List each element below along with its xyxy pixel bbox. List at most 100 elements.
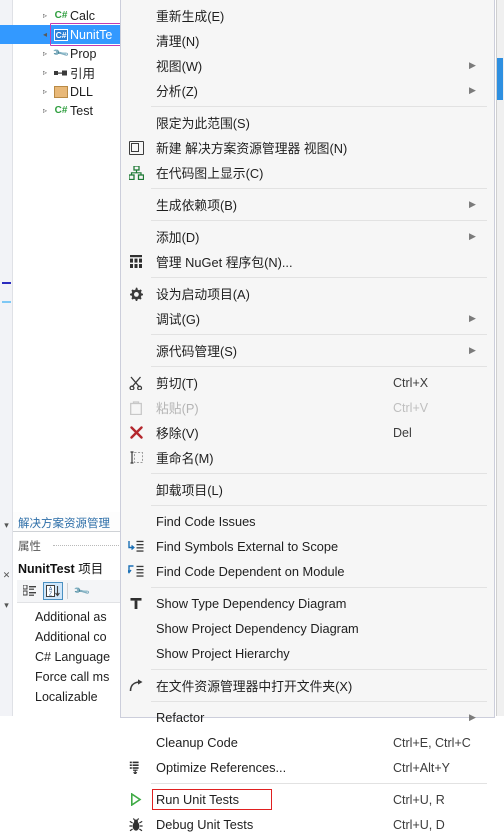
- dock-marker: [2, 282, 11, 284]
- scissors-icon: [125, 372, 147, 394]
- menu-item-label: 限定为此范围(S): [156, 116, 250, 131]
- menu-item-在文件资源管理器中打开文件夹[interactable]: 在文件资源管理器中打开文件夹(X): [121, 673, 494, 698]
- menu-item-label: 清理(N): [156, 34, 200, 49]
- submenu-arrow-icon: ▶: [469, 712, 476, 722]
- menu-item-label: 重新生成(E): [156, 9, 225, 24]
- menu-item-label: 在文件资源管理器中打开文件夹(X): [156, 679, 353, 694]
- menu-item-移除[interactable]: 移除(V) Del: [121, 420, 494, 445]
- menu-item-管理-nuget-程序包[interactable]: 管理 NuGet 程序包(N)...: [121, 249, 494, 274]
- x-delete-icon: [125, 422, 147, 444]
- tree-item-label: DLL: [70, 84, 93, 99]
- menu-item-剪切[interactable]: 剪切(T) Ctrl+X: [121, 370, 494, 395]
- rename-icon: [125, 447, 147, 469]
- menu-item-optimize-references[interactable]: Optimize References... Ctrl+Alt+Y: [121, 755, 494, 780]
- chevron-down-icon[interactable]: ▾: [1, 520, 12, 531]
- menu-item-清理[interactable]: 清理(N): [121, 28, 494, 53]
- properties-pane-title: 属性: [18, 541, 41, 553]
- menu-separator: [151, 783, 487, 784]
- properties-object-name: NunitTest 项目: [18, 558, 103, 577]
- property-pages-icon[interactable]: 🔧: [72, 582, 92, 601]
- menu-item-添加[interactable]: 添加(D) ▶: [121, 224, 494, 249]
- categorized-icon[interactable]: [19, 582, 39, 600]
- scrollbar-thumb[interactable]: [497, 58, 503, 100]
- submenu-arrow-icon: ▶: [469, 313, 476, 323]
- submenu-arrow-icon: ▶: [469, 345, 476, 355]
- menu-item-label: Find Symbols External to Scope: [156, 539, 339, 554]
- submenu-arrow-icon: ▶: [469, 85, 476, 95]
- menu-separator: [151, 587, 487, 588]
- menu-item-find-code-dependent-on-module[interactable]: Find Code Dependent on Module: [121, 559, 494, 584]
- expander-expand-icon[interactable]: ▹: [38, 11, 52, 20]
- menu-item-重命名[interactable]: 重命名(M): [121, 445, 494, 470]
- menu-item-show-project-hierarchy[interactable]: Show Project Hierarchy: [121, 641, 494, 666]
- menu-item-限定为此范围[interactable]: 限定为此范围(S): [121, 110, 494, 135]
- menu-item-refactor[interactable]: Refactor ▶: [121, 705, 494, 730]
- expander-expand-icon[interactable]: ▹: [38, 87, 52, 96]
- menu-separator: [151, 505, 487, 506]
- menu-item-show-type-dependency-diagram[interactable]: Show Type Dependency Diagram: [121, 591, 494, 616]
- menu-item-新建-解决方案资源管理器-视图[interactable]: 新建 解决方案资源管理器 视图(N): [121, 135, 494, 160]
- menu-item-卸载项目[interactable]: 卸载项目(L): [121, 477, 494, 502]
- sort-az-icon[interactable]: AZ: [43, 582, 63, 600]
- svg-text:Z: Z: [49, 591, 52, 597]
- wrench-icon: 🔧: [52, 45, 71, 63]
- menu-item-cleanup-code[interactable]: Cleanup Code Ctrl+E, Ctrl+C: [121, 730, 494, 755]
- menu-item-label: 管理 NuGet 程序包(N)...: [156, 255, 293, 270]
- menu-separator: [151, 220, 487, 221]
- vertical-scrollbar[interactable]: [496, 0, 504, 716]
- menu-item-shortcut: Ctrl+U, D: [393, 817, 445, 832]
- menu-item-label: 剪切(T): [156, 376, 198, 391]
- menu-item-分析[interactable]: 分析(Z) ▶: [121, 78, 494, 103]
- menu-item-debug-unit-tests[interactable]: Debug Unit Tests Ctrl+U, D: [121, 812, 494, 837]
- nuget-icon: [125, 251, 147, 273]
- menu-separator: [151, 334, 487, 335]
- expander-expand-icon[interactable]: ▹: [38, 49, 52, 58]
- chevron-down-icon[interactable]: ▾: [1, 600, 12, 611]
- menu-item-label: Find Code Issues: [156, 514, 256, 529]
- menu-item-源代码管理[interactable]: 源代码管理(S) ▶: [121, 338, 494, 363]
- solution-explorer-tab[interactable]: 解决方案资源管理: [13, 512, 132, 532]
- menu-item-label: 在代码图上显示(C): [156, 166, 264, 181]
- divider: [67, 583, 68, 599]
- annotation-highlight-box: [152, 789, 272, 810]
- references-icon: [52, 69, 70, 77]
- menu-item-shortcut: Ctrl+Alt+Y: [393, 760, 450, 775]
- clipboard-icon: [125, 397, 147, 419]
- menu-item-label: Debug Unit Tests: [156, 817, 254, 832]
- menu-item-shortcut: Del: [393, 425, 412, 440]
- optimize-refs-icon: [125, 757, 147, 779]
- menu-item-find-code-issues[interactable]: Find Code Issues: [121, 509, 494, 534]
- menu-item-重新生成[interactable]: 重新生成(E): [121, 3, 494, 28]
- menu-item-label: 新建 解决方案资源管理器 视图(N): [156, 141, 348, 156]
- menu-item-find-symbols-external-to-scope[interactable]: Find Symbols External to Scope: [121, 534, 494, 559]
- dock-marker: [2, 301, 11, 303]
- menu-item-label: 生成依赖项(B): [156, 198, 238, 213]
- find-symbols-icon: [125, 536, 147, 558]
- run-play-icon: [125, 789, 147, 811]
- ide-left-panel: ▾ ✕ ▾ ▹ C# Calc ◂ C# NunitTe ▹ 🔧 Prop ▹ 引用 ▹ DLL ▹ C# T…: [0, 0, 157, 716]
- menu-item-在代码图上显示[interactable]: 在代码图上显示(C): [121, 160, 494, 185]
- code-map-icon: [125, 162, 147, 184]
- expander-expand-icon[interactable]: ▹: [38, 68, 52, 77]
- folder-icon: [52, 85, 70, 98]
- menu-item-生成依赖项[interactable]: 生成依赖项(B) ▶: [121, 192, 494, 217]
- context-menu[interactable]: 重新生成(E) 清理(N) 视图(W) ▶ 分析(Z) ▶ 限定为此范围(S) 新建 解决方案…: [120, 0, 495, 832]
- tree-item-label: Test: [70, 103, 93, 118]
- menu-item-粘贴: 粘贴(P) Ctrl+V: [121, 395, 494, 420]
- expander-expand-icon[interactable]: ▹: [38, 106, 52, 115]
- menu-item-show-project-dependency-diagram[interactable]: Show Project Dependency Diagram: [121, 616, 494, 641]
- menu-item-视图[interactable]: 视图(W) ▶: [121, 53, 494, 78]
- menu-item-label: 粘贴(P): [156, 401, 199, 416]
- menu-item-label: 设为启动项目(A): [156, 287, 250, 302]
- properties-object-kind: 项目: [74, 562, 104, 576]
- tree-item-label: 引用: [70, 67, 96, 81]
- find-dependent-icon: [125, 561, 147, 583]
- menu-item-调试[interactable]: 调试(G) ▶: [121, 306, 494, 331]
- menu-separator: [151, 366, 487, 367]
- menu-item-shortcut: Ctrl+U, R: [393, 792, 445, 807]
- close-icon[interactable]: ✕: [1, 570, 12, 581]
- menu-item-label: Cleanup Code: [156, 735, 238, 750]
- menu-item-设为启动项目[interactable]: 设为启动项目(A): [121, 281, 494, 306]
- view-window-icon: [125, 137, 147, 159]
- submenu-arrow-icon: ▶: [469, 60, 476, 70]
